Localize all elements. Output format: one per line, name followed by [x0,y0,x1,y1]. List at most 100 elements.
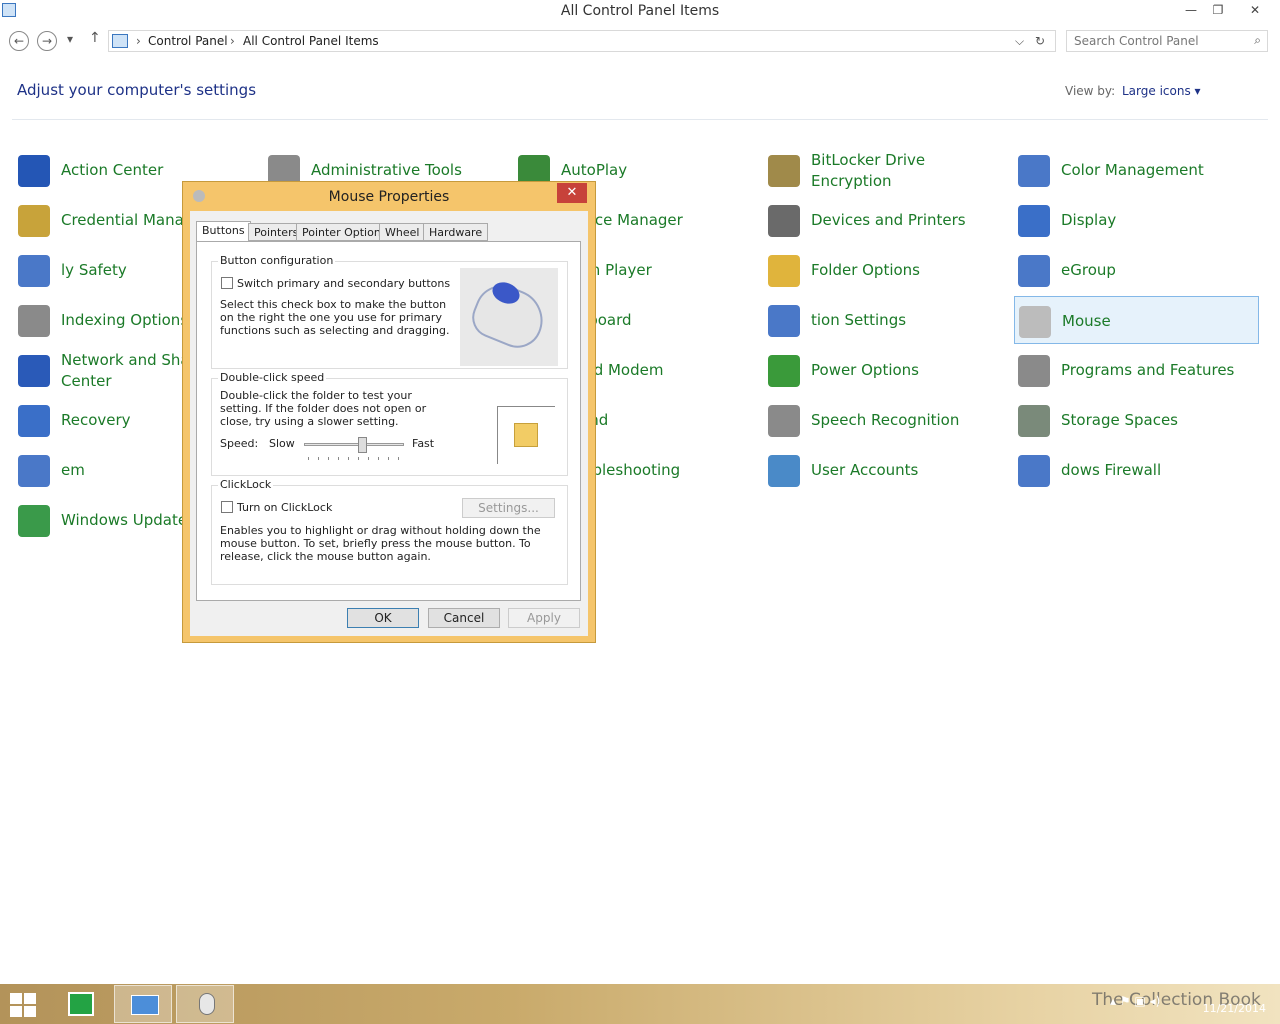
cp-item-label: BitLocker Drive Encryption [811,151,926,190]
windows-logo-icon [24,993,36,1004]
group-title: Button configuration [218,254,336,267]
tab-hardware[interactable]: Hardware [423,223,489,241]
cp-item[interactable]: Speech Recognition [764,396,1009,444]
breadcrumb-separator-icon: › [230,34,235,48]
cp-item[interactable]: eGroup [1014,246,1259,294]
double-click-speed-slider[interactable] [304,437,404,453]
page-heading: Adjust your computer's settings [17,81,257,99]
cp-item[interactable]: Devices and Printers [764,196,1009,244]
windows-logo-icon [10,1006,22,1017]
cp-item-icon [18,305,50,337]
cp-item-icon [18,255,50,287]
cp-item-label: AutoPlay [561,161,628,179]
cp-item[interactable]: Mouse [1014,296,1259,344]
breadcrumb-separator-icon: › [136,34,141,48]
ok-button[interactable]: OK [347,608,419,628]
search-icon[interactable]: ⌕ [1254,33,1261,48]
cp-item-label: Devices and Printers [811,211,966,229]
cp-item[interactable]: BitLocker Drive Encryption [764,146,1009,194]
system-tray[interactable]: ▴ ⚑ ▣ ◂) [1110,994,1160,1008]
breadcrumb-all-items[interactable]: All Control Panel Items [243,34,379,48]
cp-item-label: Display [1061,211,1117,229]
group-title: Double-click speed [218,371,327,384]
cp-item[interactable]: Power Options [764,346,1009,394]
search-placeholder: Search Control Panel [1074,34,1199,48]
start-button[interactable] [10,993,36,1017]
address-bar[interactable]: › Control Panel › All Control Panel Item… [108,30,1056,52]
cp-item-icon [18,505,50,537]
minimize-button[interactable]: — [1176,0,1206,22]
mouse-image [460,268,558,366]
cp-item-icon [1018,205,1050,237]
cp-item-icon [1018,155,1050,187]
cp-item[interactable]: Color Management [1014,146,1259,194]
clock[interactable]: 11/21/2014 [1203,988,1266,1016]
slider-thumb[interactable] [357,437,367,453]
apply-button[interactable]: Apply [508,608,580,628]
search-input[interactable]: Search Control Panel ⌕ [1066,30,1268,52]
cp-item-icon [18,355,50,387]
cp-item-label: Mouse [1062,312,1111,330]
cp-item[interactable]: User Accounts [764,446,1009,494]
cp-item-label: ly Safety [61,261,127,279]
tab-wheel[interactable]: Wheel [379,223,426,241]
control-panel-icon [131,995,159,1015]
clicklock-checkbox[interactable] [221,501,233,513]
cp-item-label: dows Firewall [1061,461,1162,479]
store-icon [68,992,94,1016]
slider-ticks [308,457,402,460]
cp-item-label: Administrative Tools [311,161,462,179]
switch-buttons-checkbox[interactable] [221,277,233,289]
buttons-tab-panel: Button configuration Switch primary and … [196,241,581,601]
cp-item-label: tion Settings [811,311,907,329]
breadcrumb-control-panel[interactable]: Control Panel [148,34,228,48]
cp-item-icon [768,355,800,387]
clicklock-label[interactable]: Turn on ClickLock [237,501,332,514]
cp-item-label: Power Options [811,361,919,379]
cp-item[interactable]: Storage Spaces [1014,396,1259,444]
tab-buttons[interactable]: Buttons [196,221,251,242]
navigation-bar: ← → ▾ ↑ › Control Panel › All Control Pa… [0,26,1280,56]
cp-item-icon [768,455,800,487]
forward-button[interactable]: → [37,31,57,51]
taskbar-store[interactable] [52,985,110,1023]
view-by-label: View by: [1065,84,1116,98]
mouse-icon [199,993,215,1015]
up-button[interactable]: ↑ [89,30,101,46]
address-dropdown-icon[interactable]: ⌵ [1015,34,1024,49]
folder-icon[interactable] [514,423,538,447]
cp-item[interactable]: Programs and Features [1014,346,1259,394]
cp-item[interactable]: Folder Options [764,246,1009,294]
cp-item-icon [768,205,800,237]
cp-item-label: Programs and Features [1061,361,1235,379]
view-by-dropdown[interactable]: Large icons ▾ [1122,84,1201,98]
cp-item-icon [768,405,800,437]
dialog-close-button[interactable]: ✕ [557,183,587,203]
clicklock-settings-button[interactable]: Settings... [462,498,555,518]
taskbar: The Collection Book ▴ ⚑ ▣ ◂) 11/21/2014 [0,984,1280,1024]
slow-label: Slow [269,437,295,450]
close-button[interactable]: ✕ [1240,0,1270,22]
switch-buttons-label[interactable]: Switch primary and secondary buttons [237,277,450,290]
dialog-title: Mouse Properties [328,189,450,205]
recent-locations-chevron-icon[interactable]: ▾ [67,32,73,46]
test-folder-area[interactable] [497,406,555,464]
cp-item-icon [1019,306,1051,338]
cancel-button[interactable]: Cancel [428,608,500,628]
dialog-body: Buttons Pointers Pointer Options Wheel H… [190,211,588,636]
cp-item-icon [1018,255,1050,287]
window-titlebar: All Control Panel Items — ❐ ✕ [0,0,1280,24]
cp-item-label: em [61,461,85,479]
back-button[interactable]: ← [9,31,29,51]
cp-item[interactable]: tion Settings [764,296,1009,344]
cp-item[interactable]: Display [1014,196,1259,244]
clicklock-group: ClickLock Turn on ClickLock Settings... … [211,478,568,585]
taskbar-mouse-properties[interactable] [176,985,234,1023]
button-configuration-group: Button configuration Switch primary and … [211,254,568,369]
cp-item-label: Windows Update [61,511,188,529]
cp-item[interactable]: dows Firewall [1014,446,1259,494]
maximize-button[interactable]: ❐ [1203,0,1233,22]
refresh-icon[interactable]: ↻ [1035,34,1045,48]
clicklock-description: Enables you to highlight or drag without… [220,524,541,563]
taskbar-control-panel[interactable] [114,985,172,1023]
